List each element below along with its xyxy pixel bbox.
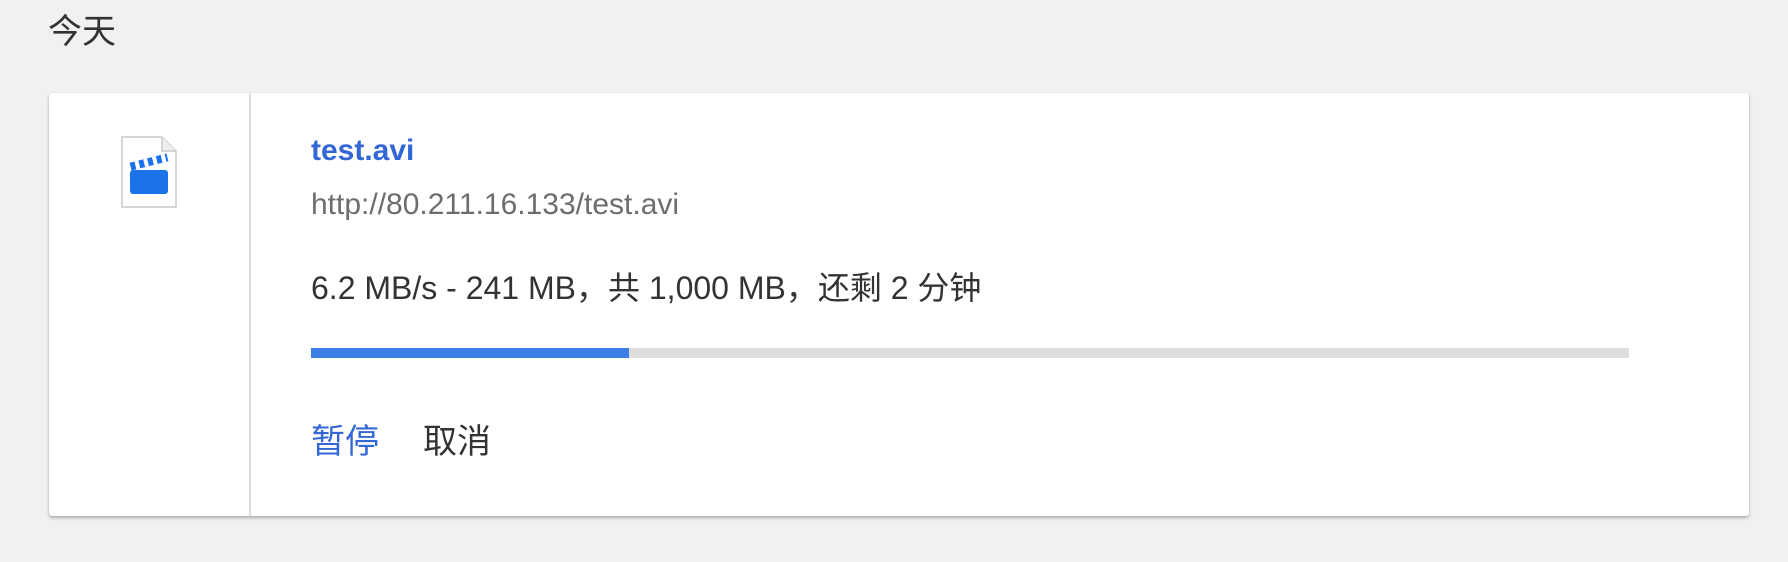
download-status-text: 6.2 MB/s - 241 MB，共 1,000 MB，还剩 2 分钟 [311, 270, 982, 306]
section-date-heading: 今天 [48, 13, 116, 51]
download-icon-column [49, 93, 251, 516]
cancel-button[interactable]: 取消 [423, 420, 491, 464]
file-name-link[interactable]: test.avi [311, 133, 414, 169]
pause-button[interactable]: 暂停 [311, 420, 379, 464]
download-progress-fill [311, 348, 629, 358]
download-item-card: test.avi http://80.211.16.133/test.avi 6… [49, 93, 1749, 516]
download-details: test.avi http://80.211.16.133/test.avi 6… [311, 93, 1749, 516]
download-progress-bar [311, 348, 1629, 358]
source-url-link[interactable]: http://80.211.16.133/test.avi [311, 187, 679, 223]
download-actions: 暂停 取消 [311, 420, 491, 464]
video-file-icon [121, 136, 177, 208]
